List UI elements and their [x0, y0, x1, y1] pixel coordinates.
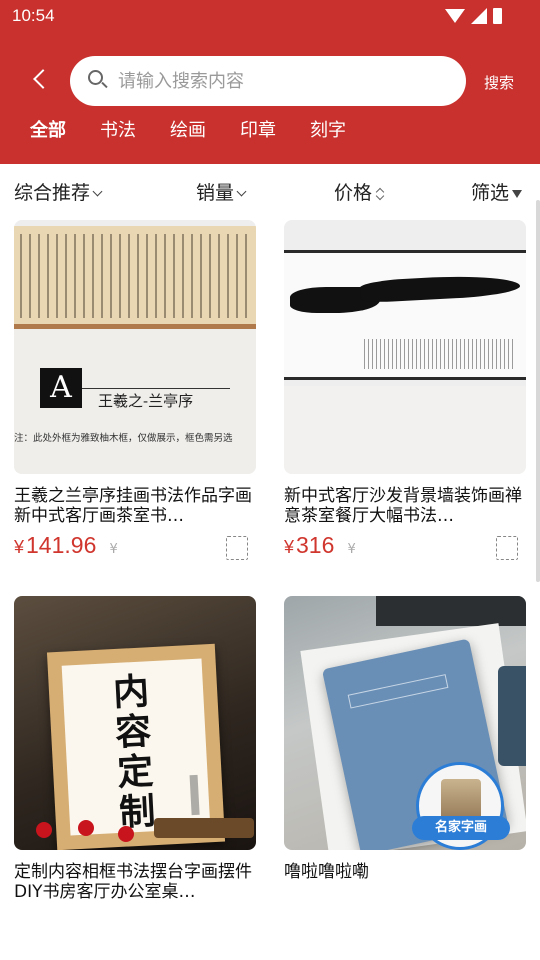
- search-button[interactable]: 搜索: [484, 72, 514, 93]
- search-input[interactable]: [118, 56, 448, 106]
- product-title[interactable]: 噜啦噜啦嘞: [284, 862, 526, 902]
- battery-icon: [493, 8, 502, 24]
- famous-calligraphy-label: 名家字画: [412, 816, 510, 840]
- product-price: ¥141.96: [14, 532, 97, 558]
- signal-icon: [471, 8, 487, 24]
- ink-painting-image: [284, 250, 526, 380]
- filter-icon: [512, 190, 523, 198]
- sort-filter-label: 筛选: [471, 182, 510, 204]
- wifi-icon: [445, 9, 465, 23]
- famous-calligraphy-badge[interactable]: 名家字画: [412, 762, 510, 850]
- sort-comprehensive[interactable]: 综合推荐: [14, 178, 103, 205]
- product-card[interactable]: 名家字画 噜啦噜啦嘞: [284, 596, 526, 902]
- image-caption-badge: A: [40, 368, 82, 408]
- product-price: ¥316: [284, 532, 335, 558]
- tab-calligraphy[interactable]: 书法: [100, 116, 136, 142]
- seal-stamp-icon: [226, 536, 248, 560]
- product-card[interactable]: A 王羲之-兰亭序 注：此处外框为雅致柚木框，仅做展示，框色需另选 王羲之兰亭序…: [14, 220, 256, 566]
- product-image[interactable]: [284, 220, 526, 474]
- chevron-down-icon: [92, 186, 103, 197]
- original-price: ¥: [109, 542, 118, 557]
- sort-filter[interactable]: 筛选: [471, 178, 523, 205]
- sort-price-label: 价格: [334, 182, 373, 204]
- search-box[interactable]: [70, 56, 466, 106]
- tab-painting[interactable]: 绘画: [170, 116, 206, 142]
- sort-sales-label: 销量: [196, 182, 235, 204]
- product-card[interactable]: 新中式客厅沙发背景墙装饰画禅意茶室餐厅大幅书法… ¥316 ¥: [284, 220, 526, 566]
- sort-price[interactable]: 价格: [334, 178, 385, 205]
- seal-stamp-icon: [496, 536, 518, 560]
- status-time: 10:54: [12, 6, 55, 25]
- product-image[interactable]: 名家字画: [284, 596, 526, 850]
- product-card[interactable]: 内容定制 定制内容相框书法摆台字画摆件DIY书房客厅办公室桌…: [14, 596, 256, 902]
- image-caption-name: 王羲之-兰亭序: [98, 392, 194, 410]
- calligraphy-scroll-image: [14, 226, 256, 326]
- frame-calligraphy-text: 内容定制: [112, 670, 157, 834]
- product-image[interactable]: A 王羲之-兰亭序 注：此处外框为雅致柚木框，仅做展示，框色需另选: [14, 220, 256, 474]
- sort-sales[interactable]: 销量: [196, 178, 247, 205]
- sort-updown-icon: [375, 187, 385, 201]
- tab-all[interactable]: 全部: [30, 116, 66, 142]
- sort-bar: 综合推荐 销量 价格 筛选: [0, 164, 540, 220]
- price-row: ¥316 ¥: [284, 532, 526, 566]
- back-arrow-icon[interactable]: [28, 66, 56, 96]
- tab-seal[interactable]: 印章: [240, 116, 276, 142]
- category-tabs: 全部 书法 绘画 印章 刻字: [30, 116, 380, 142]
- product-image[interactable]: 内容定制: [14, 596, 256, 850]
- product-title[interactable]: 定制内容相框书法摆台字画摆件DIY书房客厅办公室桌…: [14, 862, 256, 902]
- tab-engraving[interactable]: 刻字: [310, 116, 346, 142]
- original-price: ¥: [347, 542, 356, 557]
- chevron-down-icon: [236, 186, 247, 197]
- image-caption-note: 注：此处外框为雅致柚木框，仅做展示，框色需另选: [14, 433, 233, 444]
- product-title[interactable]: 王羲之兰亭序挂画书法作品字画新中式客厅画茶室书…: [14, 486, 256, 526]
- status-icons: [445, 8, 502, 24]
- status-bar: 10:54: [0, 0, 540, 34]
- header: 10:54 搜索 全部 书法 绘画 印章 刻字: [0, 0, 540, 164]
- sort-comprehensive-label: 综合推荐: [14, 182, 91, 204]
- search-icon: [88, 70, 108, 90]
- product-title[interactable]: 新中式客厅沙发背景墙装饰画禅意茶室餐厅大幅书法…: [284, 486, 526, 526]
- scrollbar[interactable]: [536, 200, 540, 582]
- price-row: ¥141.96 ¥: [14, 532, 256, 566]
